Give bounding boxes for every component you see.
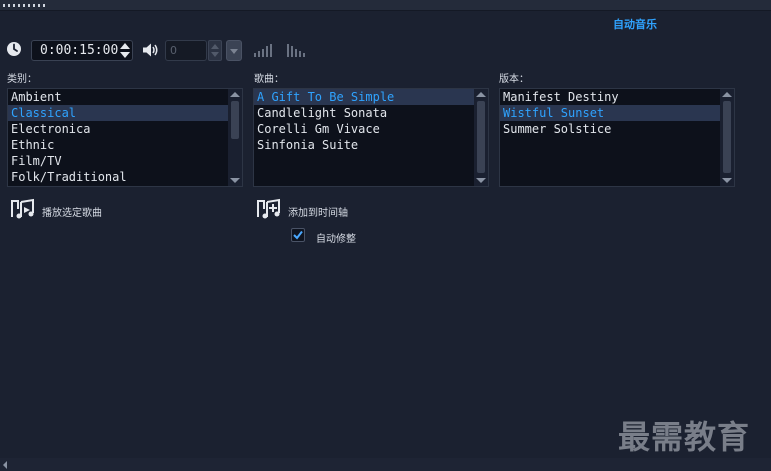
scroll-down-icon[interactable] [722, 178, 732, 183]
list-item[interactable]: Ethnic [8, 137, 242, 153]
volume-dropdown-button[interactable] [226, 40, 242, 61]
auto-trim-checkbox[interactable] [291, 228, 305, 242]
list-item[interactable]: Candlelight Sonata [254, 105, 488, 121]
play-song-icon[interactable] [10, 198, 36, 220]
stepper-down-icon[interactable] [211, 52, 219, 57]
add-to-timeline-button[interactable]: 添加到时间轴 [288, 204, 348, 219]
list-item[interactable]: Ambient [8, 89, 242, 105]
scroll-down-icon[interactable] [230, 178, 240, 183]
category-label: 类别： [7, 74, 37, 85]
watermark-text: 最需教育 [618, 418, 751, 456]
scroll-left-icon[interactable] [3, 461, 7, 469]
duration-timecode-input[interactable]: 0:00:15:00 [31, 40, 133, 61]
list-item[interactable]: Sinfonia Suite [254, 137, 488, 153]
add-to-timeline-icon[interactable] [256, 198, 282, 220]
list-item[interactable]: Manifest Destiny [500, 89, 734, 105]
scroll-thumb[interactable] [477, 101, 485, 173]
volume-icon[interactable] [142, 42, 159, 58]
scroll-up-icon[interactable] [722, 92, 732, 97]
scroll-up-icon[interactable] [476, 92, 486, 97]
panel-title-bar [0, 0, 771, 11]
version-scrollbar[interactable] [720, 89, 734, 186]
list-item[interactable]: Summer Solstice [500, 121, 734, 137]
song-label: 歌曲： [254, 74, 284, 85]
scroll-up-icon[interactable] [230, 92, 240, 97]
fade-out-icon[interactable] [286, 42, 308, 58]
version-label: 版本： [499, 74, 529, 85]
list-item[interactable]: Film/TV [8, 153, 242, 169]
clock-icon [7, 42, 21, 56]
stepper-up-icon[interactable] [120, 43, 130, 49]
drag-grip-icon[interactable] [3, 4, 48, 7]
bottom-scrollbar[interactable] [0, 458, 771, 471]
song-list[interactable]: A Gift To Be Simple Candlelight Sonata C… [253, 88, 489, 187]
fade-in-icon[interactable] [253, 42, 275, 58]
list-item[interactable]: Folk/Traditional [8, 169, 242, 185]
volume-stepper[interactable] [208, 40, 222, 61]
scroll-down-icon[interactable] [476, 178, 486, 183]
auto-trim-label: 自动修整 [316, 234, 356, 245]
stepper-down-icon[interactable] [120, 52, 130, 58]
song-scrollbar[interactable] [474, 89, 488, 186]
list-item[interactable]: Electronica [8, 121, 242, 137]
checkmark-icon [293, 230, 303, 240]
list-item[interactable]: Classical [8, 105, 242, 121]
duration-stepper[interactable] [119, 41, 131, 60]
panel-title: 自动音乐 [613, 18, 657, 31]
list-item[interactable]: Corelli Gm Vivace [254, 121, 488, 137]
category-list[interactable]: Ambient Classical Electronica Ethnic Fil… [7, 88, 243, 187]
stepper-up-icon[interactable] [211, 44, 219, 49]
list-item[interactable]: Wistful Sunset [500, 105, 734, 121]
play-selected-song-button[interactable]: 播放选定歌曲 [42, 204, 102, 219]
version-list[interactable]: Manifest Destiny Wistful Sunset Summer S… [499, 88, 735, 187]
category-scrollbar[interactable] [228, 89, 242, 186]
list-item[interactable]: A Gift To Be Simple [254, 89, 488, 105]
scroll-thumb[interactable] [231, 101, 239, 139]
volume-input[interactable]: 0 [165, 40, 207, 61]
scroll-thumb[interactable] [723, 101, 731, 173]
